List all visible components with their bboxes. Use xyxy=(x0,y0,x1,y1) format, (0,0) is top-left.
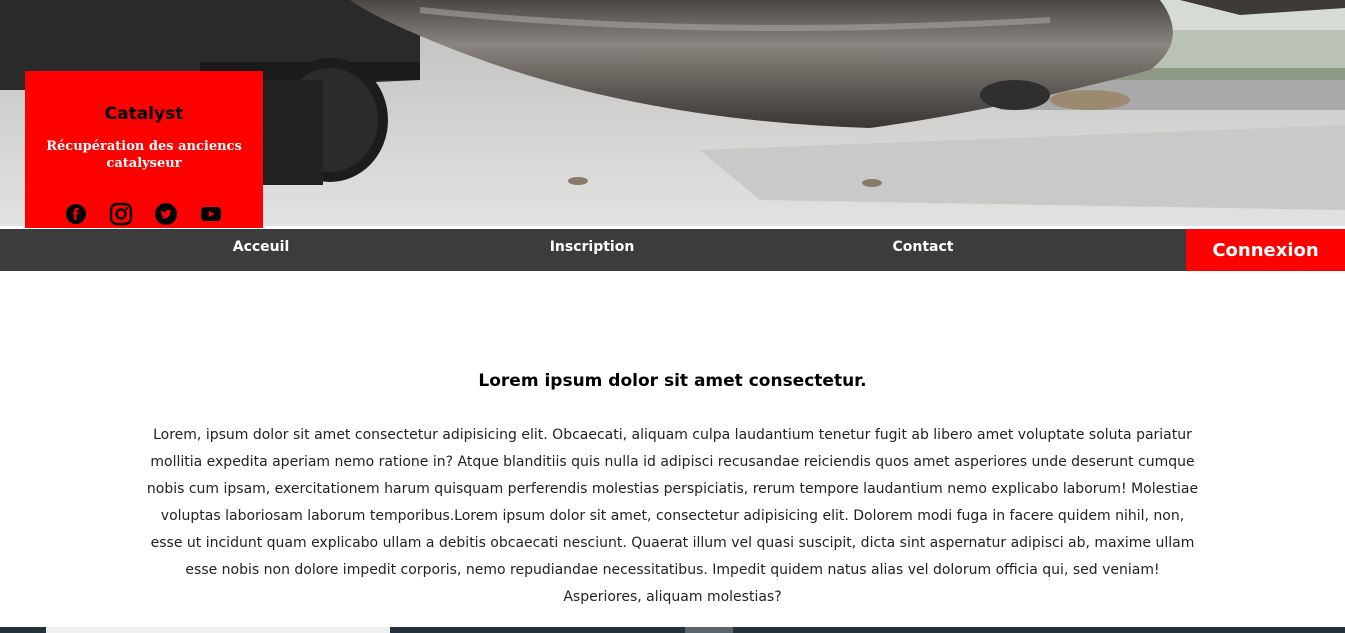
nav-item-inscription[interactable]: Inscription xyxy=(530,229,654,265)
footer-strip xyxy=(0,627,1345,633)
footer-strip-light-segment xyxy=(46,627,390,633)
brand-box: Catalyst Récupération des anciencs catal… xyxy=(25,71,263,228)
youtube-icon[interactable] xyxy=(199,202,223,226)
login-button[interactable]: Connexion xyxy=(1186,229,1345,271)
brand-subtitle: Récupération des anciencs catalyseur xyxy=(46,139,242,171)
instagram-icon[interactable] xyxy=(109,202,133,226)
twitter-icon[interactable] xyxy=(154,202,178,226)
facebook-icon[interactable] xyxy=(64,202,88,226)
brand-title: Catalyst xyxy=(104,104,184,124)
nav-item-acceuil[interactable]: Acceuil xyxy=(200,229,322,265)
social-links xyxy=(25,202,263,226)
main-navigation: Acceuil Inscription Contact xyxy=(0,229,1345,271)
section-title: Lorem ipsum dolor sit amet consectetur. xyxy=(478,371,867,391)
nav-item-contact[interactable]: Contact xyxy=(862,229,984,265)
footer-strip-mid-segment xyxy=(685,627,733,633)
section-body-text: Lorem, ipsum dolor sit amet consectetur … xyxy=(146,427,1199,605)
